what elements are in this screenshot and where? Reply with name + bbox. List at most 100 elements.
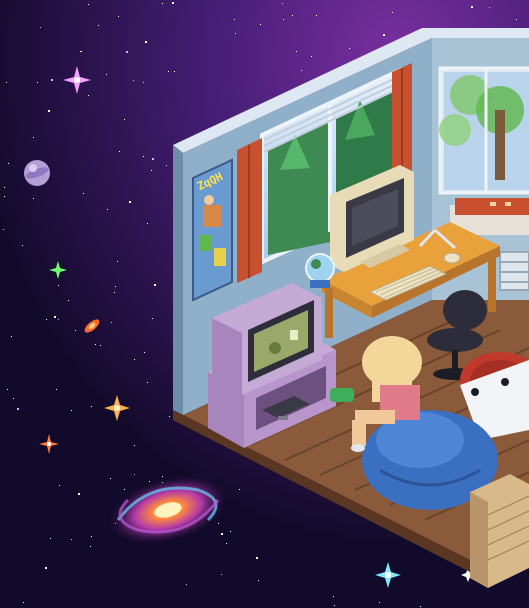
right-window: [438, 66, 529, 195]
star: [134, 359, 135, 360]
star: [37, 82, 38, 83]
star: [124, 119, 125, 120]
star: [107, 209, 108, 210]
star: [234, 19, 235, 20]
star: [134, 474, 135, 475]
star: [68, 300, 69, 301]
star: [168, 71, 169, 72]
star: [226, 543, 227, 544]
star: [134, 445, 135, 446]
star: [145, 41, 147, 43]
star: [58, 319, 59, 320]
star: [51, 79, 53, 81]
star: [420, 606, 421, 607]
star: [172, 2, 174, 4]
star: [40, 27, 41, 28]
star: [221, 533, 223, 535]
star: [230, 531, 231, 532]
star: [88, 95, 89, 96]
snow-globe: [305, 253, 335, 288]
star: [296, 51, 297, 52]
computer-mouse[interactable]: [443, 252, 461, 264]
wall-left-side: [173, 145, 183, 415]
space-bedroom-scene: ZqQH: [0, 0, 529, 608]
star: [8, 163, 9, 164]
star: [59, 485, 60, 486]
star: [129, 201, 131, 203]
star: [111, 322, 112, 323]
star: [100, 345, 101, 346]
star: [311, 56, 312, 57]
star: [333, 596, 334, 597]
star: [169, 416, 170, 417]
star: [115, 286, 116, 287]
star: [149, 481, 150, 482]
star: [301, 70, 302, 71]
star: [118, 16, 119, 17]
star: [218, 523, 219, 524]
star: [283, 19, 284, 20]
star: [17, 408, 19, 410]
star: [316, 15, 317, 16]
star: [106, 74, 107, 75]
star: [489, 7, 490, 8]
curtain-left: [237, 138, 262, 283]
star: [162, 476, 163, 477]
star: [186, 584, 187, 585]
star: [119, 151, 120, 152]
star: [23, 602, 24, 603]
star: [91, 536, 92, 537]
star: [56, 389, 57, 390]
star: [126, 51, 128, 53]
star: [80, 51, 81, 52]
star: [71, 410, 72, 411]
star: [152, 158, 154, 160]
star: [71, 539, 72, 540]
star: [117, 261, 118, 262]
star: [143, 156, 144, 157]
star: [98, 25, 99, 26]
star: [147, 223, 148, 224]
scene-canvas: ZqQH: [0, 0, 529, 608]
star: [22, 245, 23, 246]
star: [33, 198, 34, 199]
star: [239, 489, 240, 490]
star: [4, 187, 5, 188]
star: [11, 336, 12, 337]
wall-poster: ZqQH: [192, 158, 233, 302]
star: [174, 71, 175, 72]
star: [282, 3, 283, 4]
star: [90, 546, 91, 547]
star: [46, 319, 47, 320]
star: [50, 538, 51, 539]
star: [3, 229, 4, 230]
star: [152, 318, 153, 319]
star: [81, 51, 82, 52]
star: [392, 12, 393, 13]
star: [4, 196, 5, 197]
game-controller[interactable]: [330, 388, 354, 402]
star: [7, 389, 8, 390]
star: [471, 6, 473, 8]
star: [166, 165, 167, 166]
star: [110, 478, 111, 479]
star: [144, 352, 145, 353]
star: [256, 557, 258, 559]
star: [58, 285, 59, 286]
star: [151, 170, 152, 171]
star: [88, 4, 89, 5]
star: [6, 82, 7, 83]
star: [124, 489, 125, 490]
star: [54, 316, 56, 318]
star: [133, 80, 134, 81]
star: [162, 3, 163, 4]
star: [147, 382, 148, 383]
radiator: [499, 251, 529, 291]
star: [235, 33, 236, 34]
star: [45, 567, 47, 569]
wicker-basket: [470, 474, 529, 588]
star: [13, 398, 14, 399]
star: [48, 110, 50, 112]
star: [334, 605, 335, 606]
star: [258, 580, 259, 581]
